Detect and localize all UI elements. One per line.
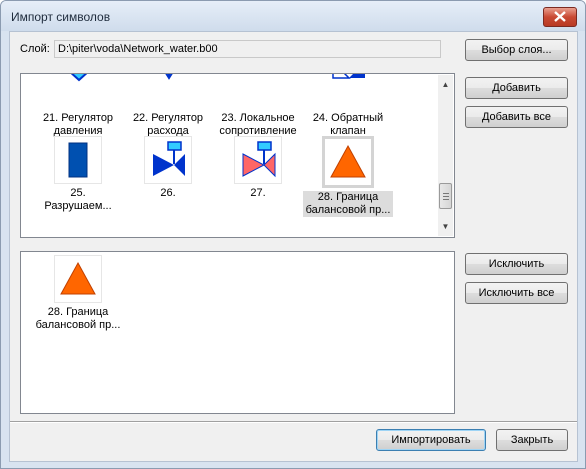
- scroll-thumb[interactable]: [439, 183, 452, 209]
- symbol-caption: 25. Разрушаем...: [44, 187, 112, 212]
- layer-label: Слой:: [20, 43, 50, 55]
- symbol-caption: 21. Регулятор давления: [42, 112, 114, 137]
- symbol-item-23[interactable]: 23. Локальное сопротивление: [213, 74, 303, 138]
- check-valve-icon: [324, 74, 372, 109]
- symbol-caption: 28. Граница балансовой пр...: [303, 191, 393, 217]
- selected-symbols-list[interactable]: 28. Граница балансовой пр...: [20, 251, 455, 414]
- dialog-client-area: Слой: D:\piter\voda\Network_water.b00 Вы…: [9, 31, 578, 462]
- choose-layer-button[interactable]: Выбор слоя...: [465, 39, 568, 61]
- symbol-caption: 24. Обратный клапан: [312, 112, 384, 137]
- available-symbols-list[interactable]: 21. Регулятор давления 22. Регулятор рас…: [20, 73, 455, 238]
- symbol-item-27[interactable]: 27.: [213, 136, 303, 200]
- symbol-caption: 26.: [160, 187, 176, 199]
- separator: [10, 421, 577, 423]
- scroll-up-arrow-icon[interactable]: ▲: [438, 77, 453, 92]
- symbol-item-24[interactable]: 24. Обратный клапан: [303, 74, 393, 138]
- close-window-button[interactable]: [543, 7, 577, 27]
- close-button[interactable]: Закрыть: [496, 429, 568, 451]
- symbol-item-21[interactable]: 21. Регулятор давления: [33, 74, 123, 138]
- symbol-caption: 28. Граница балансовой пр...: [35, 306, 121, 331]
- destructible-block-icon: [54, 136, 102, 184]
- symbol-item-28[interactable]: 28. Граница балансовой пр...: [303, 136, 393, 217]
- import-symbols-dialog: Импорт символов Слой: D:\piter\voda\Netw…: [0, 0, 586, 469]
- window-title: Импорт символов: [11, 10, 111, 24]
- pressure-regulator-icon: [54, 74, 102, 109]
- flow-regulator-icon: [144, 74, 192, 109]
- import-button[interactable]: Импортировать: [376, 429, 486, 451]
- selected-symbol-item-28[interactable]: 28. Граница балансовой пр...: [33, 255, 123, 332]
- symbol-caption: 23. Локальное сопротивление: [219, 112, 297, 137]
- valve-blue-icon: [144, 136, 192, 184]
- exclude-all-button[interactable]: Исключить все: [465, 282, 568, 304]
- symbol-item-25[interactable]: 25. Разрушаем...: [33, 136, 123, 213]
- valve-red-icon: [234, 136, 282, 184]
- add-all-button[interactable]: Добавить все: [465, 106, 568, 128]
- symbol-item-22[interactable]: 22. Регулятор расхода: [123, 74, 213, 138]
- close-icon: [554, 11, 566, 22]
- balance-boundary-triangle-icon: [322, 136, 374, 188]
- local-resistance-icon: [234, 74, 282, 109]
- exclude-button[interactable]: Исключить: [465, 253, 568, 275]
- symbol-caption: 27.: [250, 187, 266, 199]
- symbol-item-26[interactable]: 26.: [123, 136, 213, 200]
- vertical-scrollbar[interactable]: ▲ ▼: [438, 75, 453, 236]
- layer-path-field: D:\piter\voda\Network_water.b00: [54, 40, 441, 58]
- title-bar[interactable]: Импорт символов: [1, 1, 585, 31]
- scroll-down-arrow-icon[interactable]: ▼: [438, 219, 453, 234]
- add-button[interactable]: Добавить: [465, 77, 568, 99]
- symbol-caption: 22. Регулятор расхода: [132, 112, 204, 137]
- balance-boundary-triangle-icon: [54, 255, 102, 303]
